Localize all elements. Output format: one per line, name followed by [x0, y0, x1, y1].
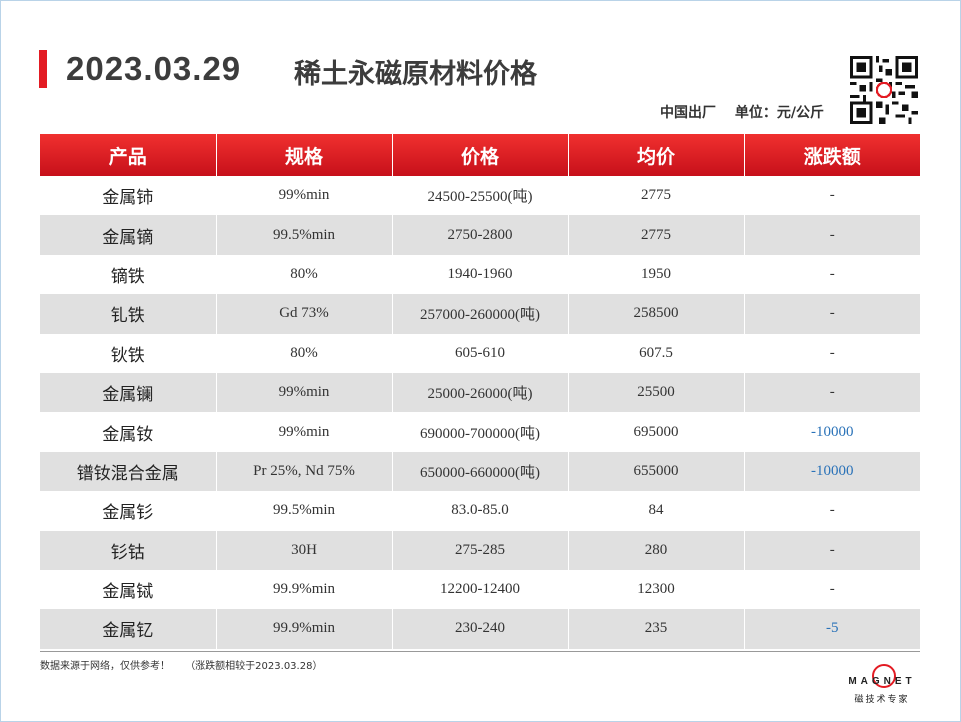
- average-cell: 280: [567, 530, 744, 570]
- price-cell: 25000-26000(吨): [391, 372, 568, 413]
- price-cell: 83.0-85.0: [391, 491, 568, 531]
- column-header-spec: 规格: [215, 134, 392, 176]
- change-cell: -10000: [743, 412, 920, 452]
- price-cell: 12200-12400: [391, 569, 568, 610]
- change-cell: -: [743, 530, 920, 570]
- price-cell: 605-610: [391, 333, 568, 373]
- unit-label: 单位：元/公斤: [734, 105, 824, 121]
- page-title: 稀土永磁原材料价格: [294, 59, 537, 90]
- average-cell: 25500: [567, 372, 744, 413]
- qr-code-icon: [850, 56, 918, 124]
- product-cell: 金属镝: [40, 215, 216, 255]
- logo-tagline: 磁技术专家: [854, 695, 910, 705]
- spec-cell: Pr 25%, Nd 75%: [215, 451, 392, 492]
- report-date: 2023.03.29: [66, 50, 242, 87]
- compare-note: （涨跌额相较于2023.03.28）: [185, 661, 323, 672]
- price-cell: 230-240: [391, 609, 568, 649]
- change-cell: -: [743, 372, 920, 413]
- average-cell: 235: [567, 609, 744, 649]
- change-cell: -: [743, 333, 920, 373]
- change-cell: -: [743, 491, 920, 531]
- table-row: 金属钕 99%min 690000-700000(吨) 695000 -1000…: [40, 412, 920, 452]
- average-cell: 655000: [567, 451, 744, 492]
- price-cell: 257000-260000(吨): [391, 294, 568, 334]
- change-cell: -: [743, 215, 920, 255]
- price-cell: 24500-25500(吨): [391, 176, 568, 216]
- column-header-product: 产品: [40, 134, 216, 176]
- average-cell: 84: [567, 491, 744, 531]
- average-cell: 1950: [567, 254, 744, 295]
- price-cell: 1940-1960: [391, 254, 568, 295]
- table-row: 金属钇 99.9%min 230-240 235 -5: [40, 609, 920, 649]
- price-cell: 650000-660000(吨): [391, 451, 568, 492]
- change-cell: -: [743, 294, 920, 334]
- table-row: 镝铁 80% 1940-1960 1950 -: [40, 254, 920, 295]
- spec-cell: 99.9%min: [215, 569, 392, 610]
- table-row: 金属镧 99%min 25000-26000(吨) 25500 -: [40, 372, 920, 413]
- spec-cell: 80%: [215, 254, 392, 295]
- change-cell: -10000: [743, 451, 920, 492]
- table-row: 镨钕混合金属 Pr 25%, Nd 75% 650000-660000(吨) 6…: [40, 451, 920, 492]
- product-cell: 金属钇: [40, 609, 216, 649]
- table-row: 金属镝 99.5%min 2750-2800 2775 -: [40, 215, 920, 255]
- average-cell: 2775: [567, 176, 744, 216]
- product-cell: 钆铁: [40, 294, 216, 334]
- change-cell: -: [743, 569, 920, 610]
- average-cell: 12300: [567, 569, 744, 610]
- source-note: 数据来源于网络，仅供参考！: [40, 661, 170, 672]
- product-cell: 钐钴: [40, 530, 216, 570]
- table-row: 金属钐 99.5%min 83.0-85.0 84 -: [40, 491, 920, 531]
- change-cell: -5: [743, 609, 920, 649]
- spec-cell: 99.9%min: [215, 609, 392, 649]
- price-cell: 2750-2800: [391, 215, 568, 255]
- table-row: 金属铽 99.9%min 12200-12400 12300 -: [40, 569, 920, 610]
- spec-cell: 30H: [215, 530, 392, 570]
- product-cell: 金属铈: [102, 188, 154, 209]
- product-cell: 钬铁: [110, 345, 145, 366]
- change-cell: -: [743, 254, 920, 295]
- spec-cell: Gd 73%: [215, 294, 392, 334]
- magnet-logo: MAGNET 磁技术专家: [842, 664, 922, 706]
- average-cell: 695000: [567, 412, 744, 452]
- table-row: 钐钴 30H 275-285 280 -: [40, 530, 920, 570]
- change-cell: -: [743, 176, 920, 216]
- product-cell: 金属镧: [40, 372, 216, 413]
- column-header-price: 价格: [391, 134, 568, 176]
- product-cell: 镝铁: [110, 266, 145, 287]
- average-cell: 607.5: [567, 333, 744, 373]
- spec-cell: 99.5%min: [215, 491, 392, 531]
- column-header-average: 均价: [567, 134, 744, 176]
- table-row: 钬铁 80% 605-610 607.5 -: [40, 333, 920, 373]
- origin-label: 中国出厂: [660, 105, 716, 121]
- footer-note: 数据来源于网络，仅供参考！ （涨跌额相较于2023.03.28）: [40, 657, 322, 672]
- table-row: 钆铁 Gd 73% 257000-260000(吨) 258500 -: [40, 294, 920, 334]
- price-cell: 275-285: [391, 530, 568, 570]
- table-bottom-divider: [40, 651, 920, 652]
- price-cell: 690000-700000(吨): [391, 412, 568, 452]
- product-cell: 镨钕混合金属: [40, 451, 216, 492]
- product-cell: 金属铽: [102, 582, 154, 603]
- spec-cell: 80%: [215, 333, 392, 373]
- spec-cell: 99%min: [215, 412, 392, 452]
- column-header-change: 涨跌额: [743, 134, 920, 176]
- table-row: 金属铈 99%min 24500-25500(吨) 2775 -: [40, 176, 920, 216]
- product-cell: 金属钕: [102, 424, 154, 445]
- spec-cell: 99%min: [215, 372, 392, 413]
- spec-cell: 99.5%min: [215, 215, 392, 255]
- price-table: 产品 规格 价格 均价 涨跌额 金属铈 99%min 24500-25500(吨…: [40, 134, 920, 649]
- average-cell: 258500: [567, 294, 744, 334]
- title-accent-bar: [39, 50, 47, 88]
- average-cell: 2775: [567, 215, 744, 255]
- spec-cell: 99%min: [215, 176, 392, 216]
- table-header-row: 产品 规格 价格 均价 涨跌额: [40, 134, 920, 176]
- logo-word: MAGNET: [848, 676, 916, 687]
- product-cell: 金属钐: [102, 503, 154, 524]
- subtitle: 中国出厂 单位：元/公斤: [660, 102, 824, 122]
